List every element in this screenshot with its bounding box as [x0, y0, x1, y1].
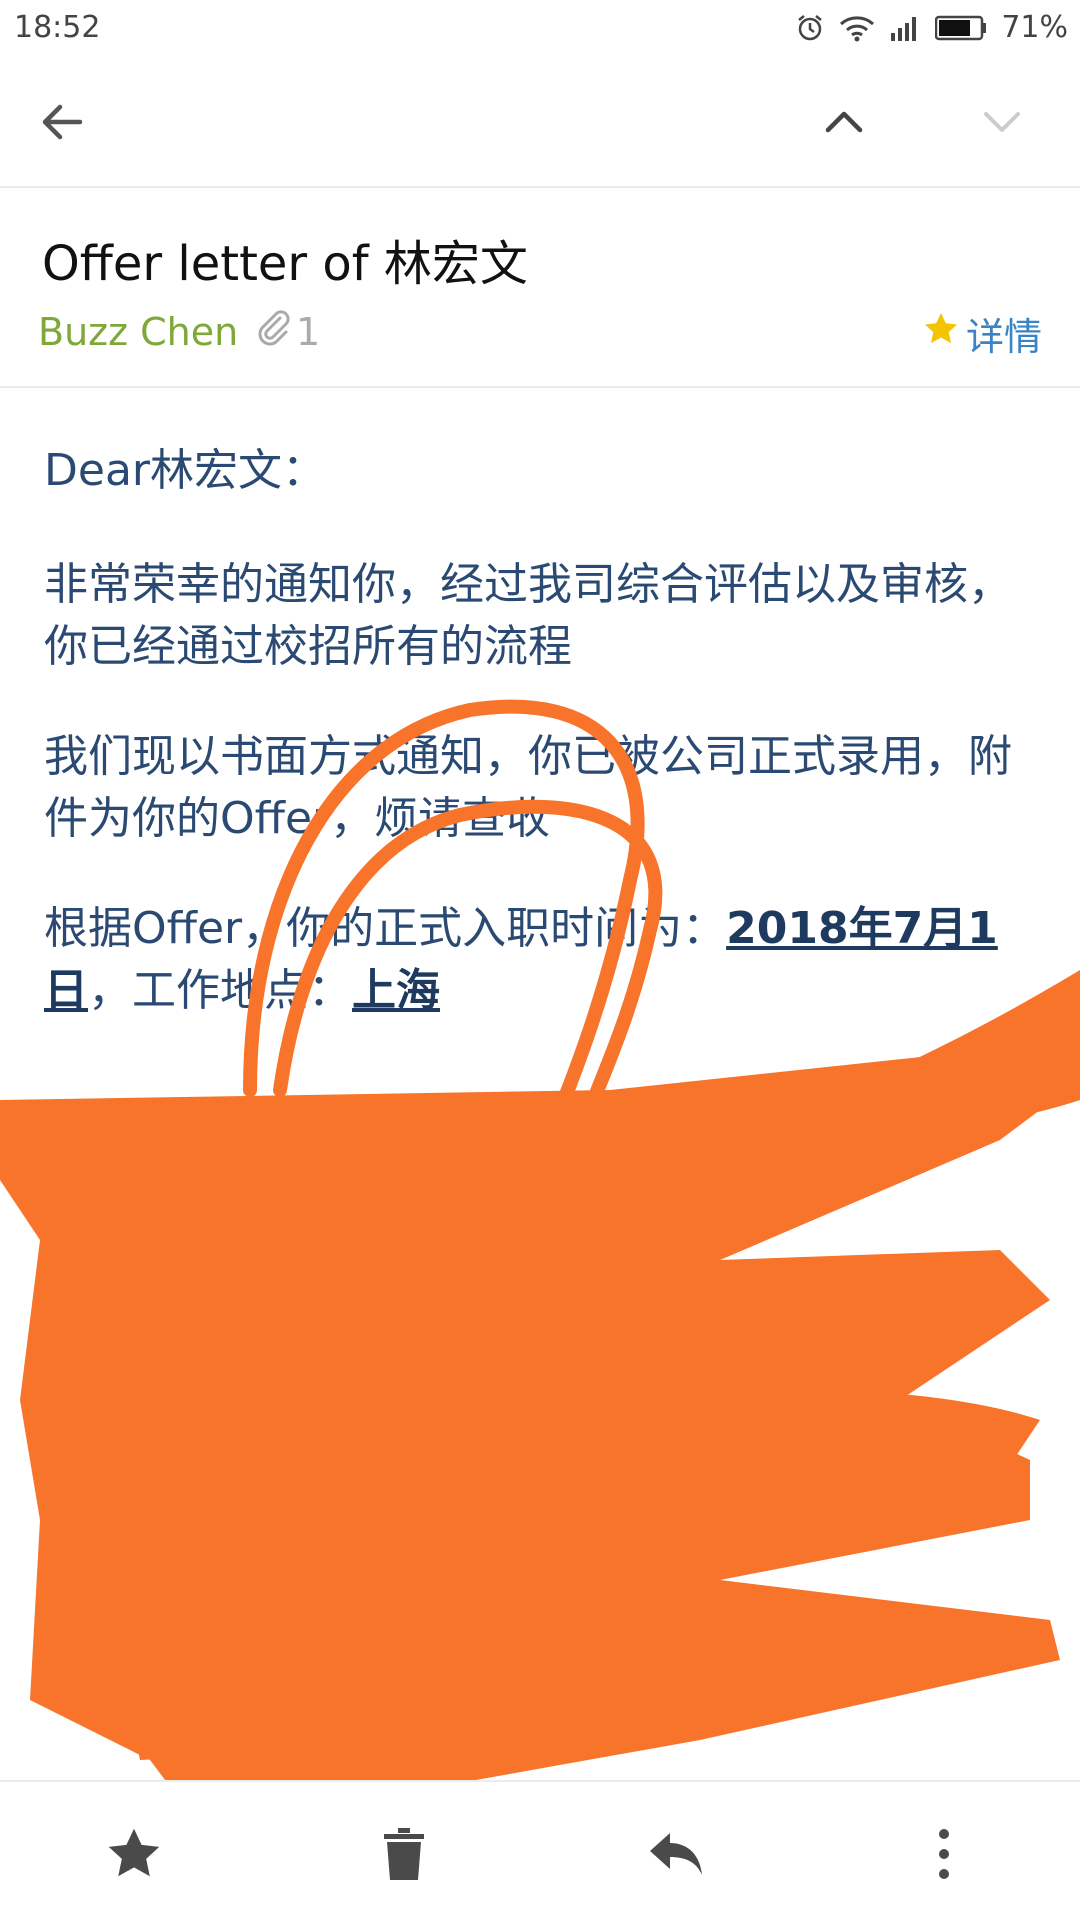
email-header: Offer letter of 林宏文 Buzz Chen 1 详情: [0, 188, 1080, 388]
email-subject: Offer letter of 林宏文: [42, 236, 528, 292]
chevron-up-icon[interactable]: [810, 88, 878, 156]
wifi-icon: [839, 14, 875, 42]
body-paragraph-1: 非常荣幸的通知你，经过我司综合评估以及审核，你已经通过校招所有的流程: [44, 559, 1012, 672]
back-arrow-icon[interactable]: [28, 88, 96, 156]
details-label: 详情: [965, 315, 1042, 359]
reply-icon[interactable]: [640, 1818, 712, 1890]
body-paragraph-2: 我们现以书面方式通知，你已被公司正式录用，附件为你的Offer，烦请查收: [44, 731, 1012, 844]
location-value: 上海: [352, 965, 440, 1016]
status-bar: 18:52 71%: [0, 0, 1080, 58]
greeting-text: Dear林宏文：: [44, 445, 327, 496]
battery-icon: [935, 15, 987, 41]
location-label: ，工作地点：: [88, 965, 352, 1016]
more-vert-icon[interactable]: [908, 1818, 980, 1890]
star-icon: [922, 310, 960, 357]
attachment-indicator[interactable]: 1: [254, 308, 320, 355]
alarm-icon: [795, 13, 825, 43]
attachment-count: 1: [296, 309, 321, 354]
start-date-label: 根据Offer，你的正式入职时间为：: [44, 903, 727, 954]
signal-icon: [889, 15, 921, 41]
sender-name[interactable]: Buzz Chen: [38, 310, 238, 354]
status-time: 18:52: [14, 10, 101, 45]
trash-icon[interactable]: [368, 1818, 440, 1890]
star-icon[interactable]: [98, 1818, 170, 1890]
chevron-down-icon[interactable]: [968, 88, 1036, 156]
body-paragraph-3: 根据Offer，你的正式入职时间为：2018年7月1日，工作地点：上海: [44, 898, 1034, 1022]
email-body: Dear林宏文： 非常荣幸的通知你，经过我司综合评估以及审核，你已经通过校招所有…: [44, 440, 1034, 1070]
status-icons: 71%: [795, 10, 1068, 45]
battery-level: 71%: [1001, 10, 1068, 45]
bottom-action-bar: [0, 1780, 1080, 1922]
details-link[interactable]: 详情: [922, 306, 1042, 361]
top-toolbar: [0, 58, 1080, 188]
paperclip-icon: [254, 308, 292, 355]
